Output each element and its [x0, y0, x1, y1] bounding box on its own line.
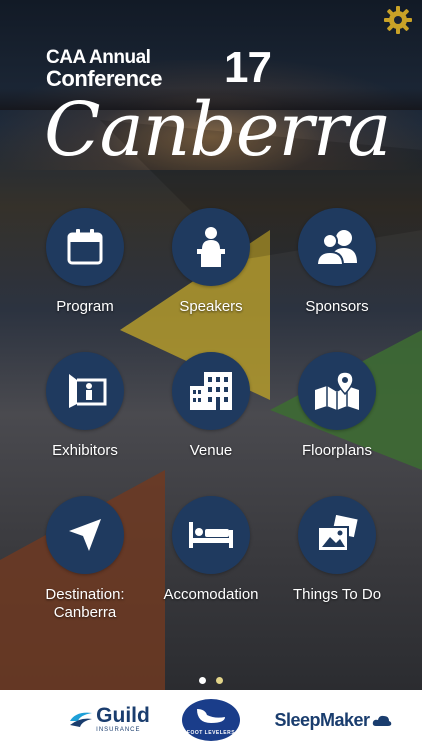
conference-logo: CAA Annual Conference 17 [46, 46, 272, 90]
menu-label: Speakers [179, 298, 243, 315]
gear-icon [384, 6, 412, 34]
menu-label: Sponsors [305, 298, 369, 315]
menu-label: Exhibitors [52, 442, 118, 459]
menu-item-exhibitors[interactable]: Exhibitors [22, 352, 148, 460]
menu-item-speakers[interactable]: Speakers [148, 208, 274, 316]
menu-item-sponsors[interactable]: Sponsors [274, 208, 400, 316]
bed-icon [189, 522, 233, 548]
menu-label: Destination: Canberra [45, 586, 125, 621]
podium-icon [197, 227, 225, 267]
page-dot-active[interactable] [198, 677, 206, 684]
menu-label: Things To Do [292, 586, 382, 603]
menu-label: Program [56, 298, 114, 315]
sponsor-footer: Guild INSURANCE FOOT LEVELERS SleepMaker [0, 690, 422, 750]
menu-item-floorplans[interactable]: Floorplans [274, 352, 400, 460]
foot-icon [197, 709, 225, 723]
guild-sub: INSURANCE [96, 727, 141, 733]
page-indicator[interactable] [0, 671, 422, 689]
city-title: Canberra [44, 87, 391, 173]
org-name: CAA [46, 47, 85, 68]
menu-item-program[interactable]: Program [22, 208, 148, 316]
calendar-icon [67, 229, 103, 265]
cloud-icon [372, 715, 391, 726]
sleepmaker-logo[interactable]: SleepMaker [268, 690, 398, 750]
foot-levelers-logo[interactable]: FOOT LEVELERS [180, 690, 242, 750]
guild-swoosh-icon [70, 712, 93, 727]
settings-button[interactable] [382, 4, 414, 36]
page-dot[interactable] [216, 677, 224, 684]
menu-item-things-to-do[interactable]: Things To Do [274, 496, 400, 604]
guild-name: Guild [96, 704, 150, 727]
map-pin-icon [315, 371, 359, 410]
sleepmaker-name: SleepMaker [274, 709, 370, 730]
menu-item-accomodation[interactable]: Accomodation [148, 496, 274, 604]
menu-item-destination[interactable]: Destination: Canberra [22, 496, 148, 622]
event-year: 17 [224, 43, 272, 92]
menu-item-venue[interactable]: Venue [148, 352, 274, 460]
navigation-arrow-icon [69, 519, 101, 551]
menu-label: Floorplans [301, 442, 373, 459]
booth-icon [69, 374, 107, 408]
photos-icon [317, 515, 358, 552]
menu-label: Accomodation [163, 586, 259, 603]
menu-label: Venue [189, 442, 233, 459]
event-line1: Annual [89, 47, 151, 68]
guild-insurance-logo[interactable]: Guild INSURANCE [68, 690, 150, 750]
foot-levelers-name: FOOT LEVELERS [186, 730, 236, 736]
people-icon [315, 230, 357, 266]
building-icon [190, 372, 232, 410]
